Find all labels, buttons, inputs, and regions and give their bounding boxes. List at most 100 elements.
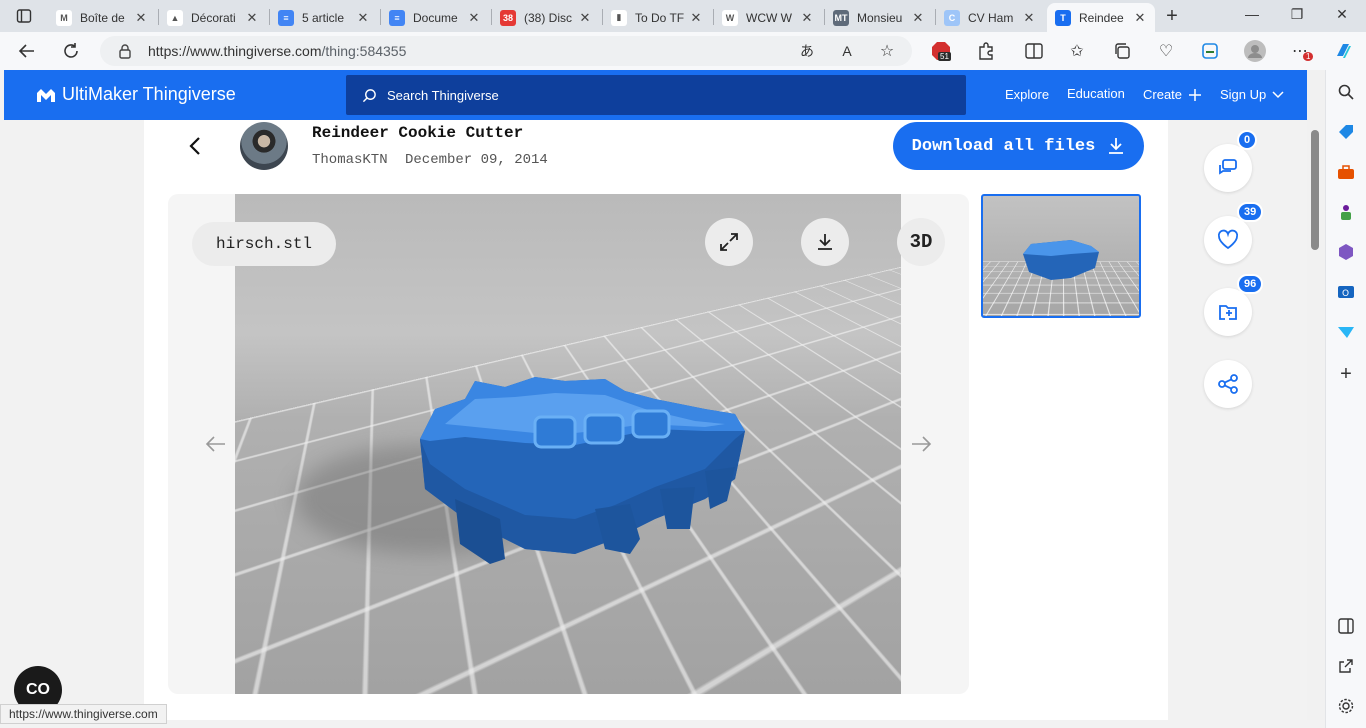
refresh-icon[interactable] [60,40,82,62]
tab-favicon-icon: T [1055,9,1071,26]
plus-icon [1189,88,1202,101]
download-file-button[interactable] [801,218,849,266]
sidebar-outlook-icon[interactable]: O [1336,282,1356,302]
tab-favicon-icon: W [722,9,738,26]
sidebar-add-icon[interactable]: + [1336,363,1356,385]
sidebar-microsoft365-icon[interactable] [1336,242,1356,262]
split-screen-icon[interactable] [1023,40,1045,62]
sidebar-shopping-tag-icon[interactable] [1336,122,1356,142]
tab-favicon-icon: ▲ [167,9,183,26]
browser-tab[interactable]: 38 (38) Disc ✕ [492,3,600,32]
prev-image-arrow-icon[interactable] [204,432,228,456]
nav-education[interactable]: Education [1067,86,1125,101]
browser-tab[interactable]: C CV Ham ✕ [936,3,1044,32]
settings-more-icon[interactable]: ⋯ 1 [1289,40,1314,62]
back-icon[interactable] [16,40,38,62]
thingiverse-logo[interactable]: UltiMaker Thingiverse [36,84,236,105]
tab-close-icon[interactable]: ✕ [356,10,370,26]
search-placeholder: Search Thingiverse [387,87,499,103]
browser-tab[interactable]: ≡ Docume ✕ [381,3,489,32]
tab-close-icon[interactable]: ✕ [689,10,703,26]
tab-close-icon[interactable]: ✕ [467,10,481,26]
back-arrow-icon[interactable] [184,134,208,158]
tab-close-icon[interactable]: ✕ [800,10,814,26]
address-bar[interactable]: https://www.thingiverse.com/thing:584355… [100,36,912,66]
download-all-files-button[interactable]: Download all files [893,122,1144,170]
edge-sidebar: O + [1325,70,1366,728]
collections-count: 96 [1237,274,1264,294]
nav-create-label: Create [1143,87,1183,102]
view-3d-label: 3D [909,231,933,253]
tab-favicon-icon: C [944,9,960,26]
like-button[interactable]: 39 [1204,202,1264,264]
extension-abp-icon[interactable]: 51 [930,40,952,62]
image-thumbnail[interactable] [981,194,1141,318]
fullscreen-button[interactable] [705,218,753,266]
tab-close-icon[interactable]: ✕ [578,10,592,26]
sidebar-panel-icon[interactable] [1336,616,1356,636]
sidebar-games-icon[interactable] [1336,202,1356,222]
download-all-label: Download all files [911,136,1096,156]
favorite-star-icon[interactable]: ☆ [876,40,898,62]
tab-favicon-icon: ≡ [389,9,405,26]
read-aloud-icon[interactable]: A [836,40,858,62]
tab-close-icon[interactable]: ✕ [245,10,259,26]
tab-favicon-icon: 38 [500,9,516,26]
close-window-icon[interactable]: ✕ [1322,6,1362,23]
tab-actions-icon[interactable] [13,5,35,27]
tab-close-icon[interactable]: ✕ [1133,10,1147,26]
browser-tab[interactable]: M Boîte de ✕ [48,3,156,32]
copilot-icon[interactable] [1333,40,1355,62]
browser-essentials-icon[interactable] [1199,40,1221,62]
nav-signup[interactable]: Sign Up [1220,87,1284,102]
favorites-icon[interactable]: ✩ [1066,40,1088,62]
add-to-collection-button[interactable]: 96 [1204,274,1264,336]
author-link[interactable]: ThomasKTN [312,152,388,168]
model-viewer[interactable]: hirsch.stl 3D [168,194,969,694]
notification-badge: 1 [1303,52,1314,61]
sidebar-settings-gear-icon[interactable] [1336,696,1356,716]
comments-button[interactable]: 0 [1204,130,1258,192]
profile-avatar-icon[interactable] [1244,40,1266,62]
share-button[interactable] [1204,360,1252,408]
browser-tab[interactable]: W WCW W ✕ [714,3,822,32]
sidebar-search-icon[interactable] [1336,82,1356,102]
scrollbar-thumb[interactable] [1311,130,1319,250]
next-image-arrow-icon[interactable] [909,432,933,456]
performance-heart-icon[interactable]: ♡ [1155,40,1177,62]
browser-tab[interactable]: T Reindee ✕ [1047,3,1155,32]
tab-close-icon[interactable]: ✕ [911,10,925,26]
browser-tab[interactable]: ▲ Décorati ✕ [159,3,267,32]
comments-count: 0 [1237,130,1258,150]
status-bar-url: https://www.thingiverse.com [0,704,167,724]
restore-icon[interactable]: ❐ [1277,6,1317,23]
view-3d-button[interactable]: 3D [897,218,945,266]
minimize-icon[interactable]: — [1232,6,1272,22]
sidebar-drop-icon[interactable] [1336,322,1356,342]
nav-explore[interactable]: Explore [1005,87,1049,102]
nav-create[interactable]: Create [1143,87,1202,102]
sidebar-external-link-icon[interactable] [1336,656,1356,676]
url-host: https://www.thingiverse.com [148,43,322,59]
browser-tab[interactable]: ▮ To Do TF ✕ [603,3,711,32]
search-input[interactable]: Search Thingiverse [346,75,966,115]
author-avatar[interactable] [240,122,288,170]
svg-text:O: O [1342,289,1349,299]
tab-close-icon[interactable]: ✕ [1022,10,1036,26]
lock-icon[interactable] [118,43,132,64]
page-scrollbar[interactable] [1307,70,1325,720]
model-render[interactable] [235,194,901,694]
browser-tab[interactable]: ≡ 5 article ✕ [270,3,378,32]
browser-tab[interactable]: MT Monsieu ✕ [825,3,933,32]
extensions-puzzle-icon[interactable] [975,40,997,62]
tab-close-icon[interactable]: ✕ [134,10,148,26]
translate-icon[interactable]: あ [796,40,818,62]
new-tab-icon[interactable]: + [1161,5,1183,27]
sidebar-tools-icon[interactable] [1336,162,1356,182]
nav-signup-label: Sign Up [1220,87,1267,102]
collections-icon[interactable] [1111,40,1133,62]
browser-toolbar: https://www.thingiverse.com/thing:584355… [0,32,1366,70]
cookie-label: CO [26,681,50,698]
tab-favicon-icon: M [56,9,72,26]
nav-education-label: Education [1067,86,1125,101]
